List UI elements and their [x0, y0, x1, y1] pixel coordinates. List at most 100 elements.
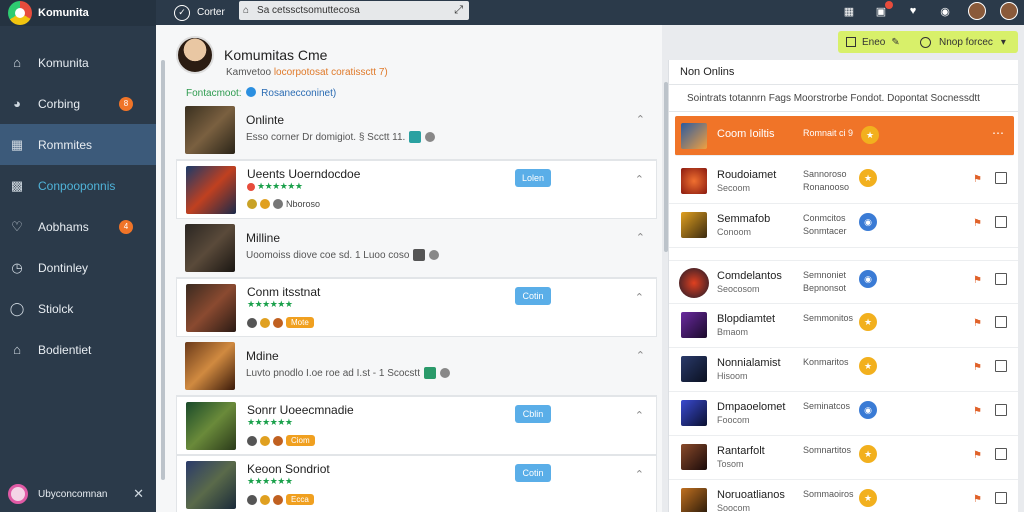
- avatar: [8, 484, 28, 504]
- chevron-up-icon[interactable]: ⌃: [635, 291, 644, 304]
- chevron-up-icon[interactable]: ⌃: [636, 113, 645, 126]
- row-checkbox[interactable]: [995, 273, 1007, 285]
- expand-icon[interactable]: ⤢: [454, 4, 463, 17]
- search-icon: ⌂: [243, 5, 250, 16]
- flag-icon[interactable]: ⚑: [973, 174, 982, 185]
- sidebar-item-label: Stiolck: [38, 301, 74, 316]
- gauge-icon: ◕: [13, 96, 21, 111]
- row-status: Konmaritos: [803, 357, 849, 367]
- clock-icon: ◷: [11, 259, 23, 275]
- game-title: Sonrr Uoeecmnadie: [247, 403, 354, 417]
- info-icon: [273, 199, 283, 209]
- game-thumbnail: [186, 402, 236, 450]
- game-title: Onlinte: [246, 113, 285, 127]
- game-title: Ueents Uoerndocdoe: [247, 167, 361, 181]
- eye-icon[interactable]: ◉: [936, 2, 954, 20]
- join-button[interactable]: Cblin: [515, 405, 551, 423]
- flag-icon[interactable]: ⚑: [973, 362, 982, 373]
- globe-icon: ◉: [859, 213, 877, 231]
- flag-icon[interactable]: ⚑: [973, 494, 982, 505]
- rating-stars-text: ★★★★★★: [257, 181, 303, 191]
- join-button[interactable]: Cotin: [515, 464, 551, 482]
- row-checkbox[interactable]: [995, 448, 1007, 460]
- list-item[interactable]: Roudoiamet Secoom Sannoroso Ronanooso ★ …: [669, 160, 1018, 204]
- game-title: Milline: [246, 231, 281, 245]
- chevron-down-icon: ▾: [1000, 36, 1006, 48]
- sidebar-item-komunita[interactable]: ⌂ Komunita: [0, 42, 156, 83]
- list-item[interactable]: Mdine Luvto pnodlo I.oe roe ad I.st - 1 …: [176, 337, 657, 396]
- game-thumbnail: [185, 342, 235, 390]
- list-item[interactable]: Blopdiamtet Bmaom Semmonitos ★ ⚑: [669, 304, 1018, 348]
- sidebar-item-dontinley[interactable]: ◷ Dontinley: [0, 247, 156, 288]
- list-item[interactable]: Rantarfolt Tosom Somnartitos ★ ⚑: [669, 436, 1018, 480]
- game-title: Mdine: [246, 349, 279, 363]
- row-checkbox[interactable]: [995, 316, 1007, 328]
- action-bar: Eneo ✎ Nnop forcec ▾: [838, 31, 1018, 53]
- list-item[interactable]: Noruoatlianos Soocom Sommaoiros ★ ⚑: [669, 480, 1018, 512]
- select-button[interactable]: Eneo ✎: [838, 37, 900, 48]
- row-sub: Soocom: [717, 503, 751, 512]
- settings-icon: [247, 317, 257, 328]
- row-checkbox[interactable]: [995, 492, 1007, 504]
- avatar[interactable]: [1000, 2, 1018, 20]
- flag-icon[interactable]: ⚑: [973, 275, 982, 286]
- sidebar-item-rommites[interactable]: ▦ Rommites: [0, 124, 156, 165]
- filter-button[interactable]: Nnop forcec ▾: [920, 36, 1006, 48]
- chevron-up-icon[interactable]: ⌃: [636, 349, 645, 362]
- list-item[interactable]: Ueents Uoerndocdoe ★★★★★★ Nboroso Lolen …: [176, 160, 657, 219]
- list-item[interactable]: Milline Uoomoiss diove coe sd. 1 Luoo co…: [176, 219, 657, 278]
- sidebar-user[interactable]: Ubyconcomnan ✕: [0, 476, 156, 512]
- join-button[interactable]: Cotin: [515, 287, 551, 305]
- sidebar-item-label: Aobhams: [38, 219, 89, 234]
- row-checkbox[interactable]: [995, 404, 1007, 416]
- row-status: Sannoroso: [803, 169, 847, 179]
- sidebar-item-conpooponnis[interactable]: ▩ Conpooponnis: [0, 165, 156, 206]
- flag-icon[interactable]: ⚑: [973, 318, 982, 329]
- more-icon[interactable]: ⋯: [992, 126, 1004, 140]
- info-icon: [429, 250, 440, 260]
- flag-icon[interactable]: ⚑: [973, 406, 982, 417]
- trophy-icon: ★: [861, 126, 879, 144]
- join-button[interactable]: Lolen: [515, 169, 551, 187]
- list-item[interactable]: Sonrr Uoeecmnadie ★★★★★★ Ciom Cblin ⌃: [176, 396, 657, 455]
- list-item[interactable]: Conm itsstnat ★★★★★★ Mote Cotin ⌃: [176, 278, 657, 337]
- chevron-up-icon[interactable]: ⌃: [635, 468, 644, 481]
- list-item[interactable]: Dmpaoelomet Foocom Seminatcos ◉ ⚑: [669, 392, 1018, 436]
- row-sub: Seocosom: [717, 284, 760, 294]
- list-item[interactable]: Onlinte Esso corner Dr domigiot. § Scctt…: [176, 101, 657, 160]
- chevron-up-icon[interactable]: ⌃: [636, 231, 645, 244]
- row-checkbox[interactable]: [995, 360, 1007, 372]
- sidebar-item-bodientiet[interactable]: ⌂ Bodientiet: [0, 329, 156, 370]
- home-icon: ⌂: [13, 342, 21, 357]
- list-item-selected[interactable]: Coom Ioiltis Romnait ci 9 ★ ⋯: [675, 116, 1014, 156]
- close-icon[interactable]: ✕: [133, 486, 144, 502]
- row-checkbox[interactable]: [995, 216, 1007, 228]
- sidebar-item-aobhams[interactable]: ♡ Aobhams 4: [0, 206, 156, 247]
- row-checkbox[interactable]: [995, 172, 1007, 184]
- list-item[interactable]: Semmafob Conoom Conmcitos Sonmtacer ◉ ⚑: [669, 204, 1018, 248]
- chevron-up-icon[interactable]: ⌃: [635, 409, 644, 422]
- grid-icon[interactable]: ▦: [840, 2, 858, 20]
- flag-icon[interactable]: ⚑: [973, 450, 982, 461]
- game-icons: Ciom: [247, 435, 315, 446]
- list-item[interactable]: Nonnialamist Hisoom Konmaritos ★ ⚑: [669, 348, 1018, 392]
- notification-icon[interactable]: ▣: [872, 1, 893, 20]
- scrollbar[interactable]: [161, 60, 165, 480]
- game-title: Keoon Sondriot: [247, 462, 330, 476]
- list-item[interactable]: Comdelantos Seocosom Semnoniet Bepnonsot…: [669, 260, 1018, 304]
- sidebar-item-stiolck[interactable]: ◯ Stiolck: [0, 288, 156, 329]
- coin-icon: [247, 199, 257, 209]
- search-input[interactable]: ⌂ Sa cetssctsomuttecosa ⤢: [239, 1, 469, 20]
- chevron-up-icon[interactable]: ⌃: [635, 173, 644, 186]
- heart-icon[interactable]: ♥: [904, 2, 922, 20]
- avatar: [681, 123, 707, 149]
- filter-line[interactable]: Fontacmoot: Rosanecconinet): [186, 87, 336, 99]
- brand[interactable]: Komunita: [0, 0, 156, 26]
- row-sub: Secoom: [717, 183, 751, 193]
- flag-icon[interactable]: ⚑: [973, 218, 982, 229]
- list-item[interactable]: Keoon Sondriot ★★★★★★ Ecca Cotin ⌃: [176, 455, 657, 512]
- check-icon[interactable]: ✓: [174, 4, 190, 21]
- sidebar-item-corbing[interactable]: ◕ Corbing 8: [0, 83, 156, 124]
- sidebar-item-label: Dontinley: [38, 260, 89, 275]
- avatar[interactable]: [968, 2, 986, 20]
